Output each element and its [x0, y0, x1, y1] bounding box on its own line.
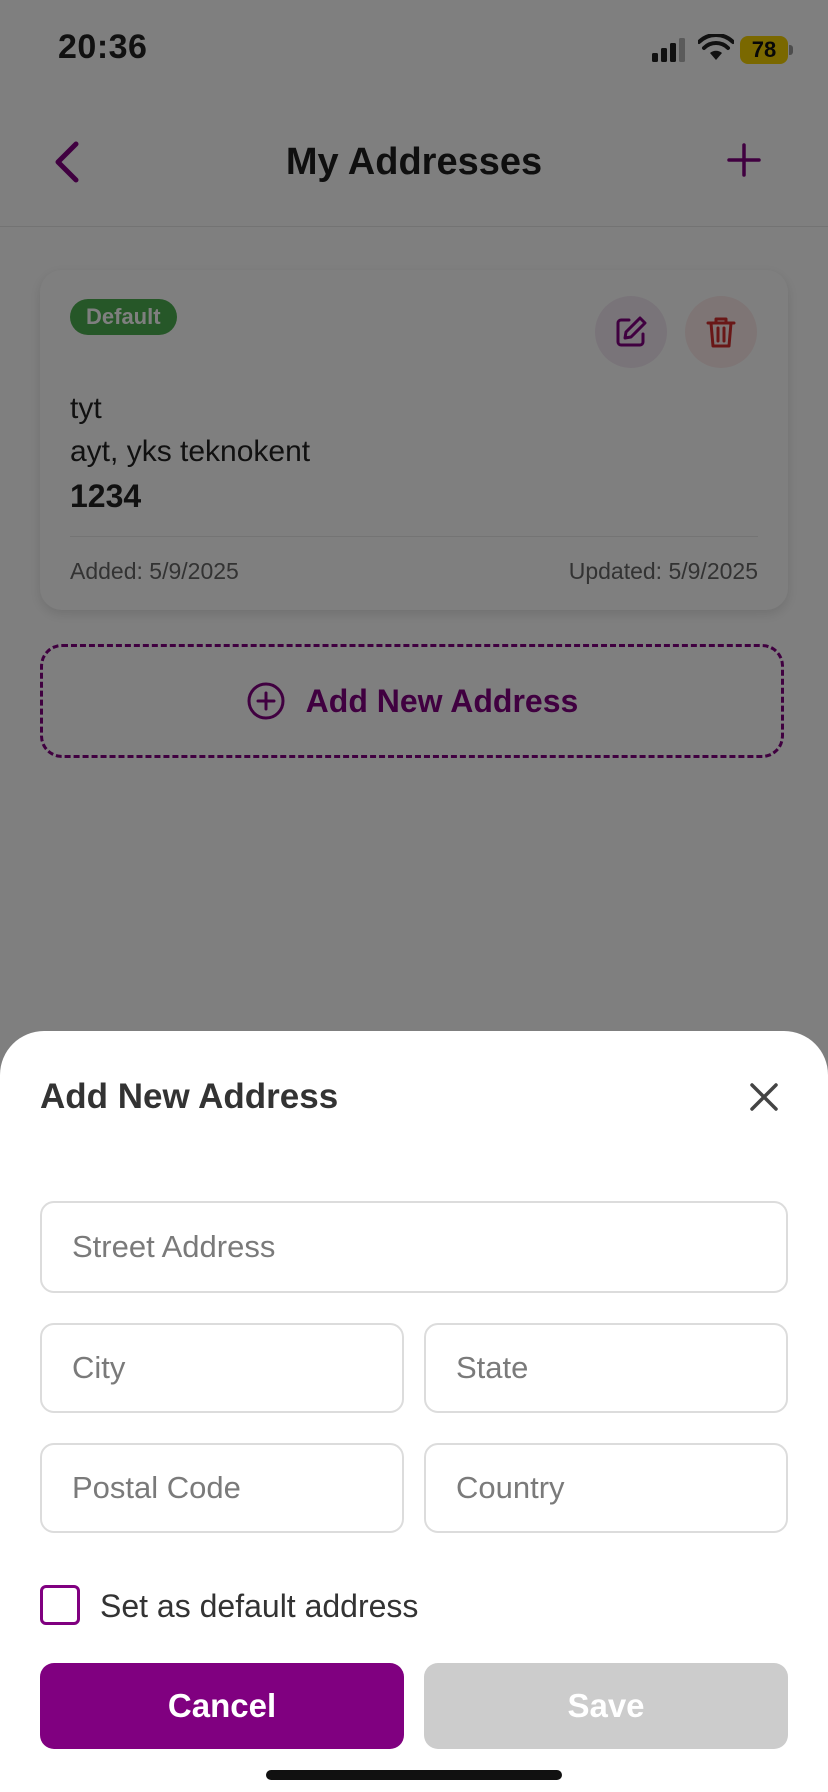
add-address-sheet: Add New Address Set as default address C… [0, 1031, 828, 1792]
street-address-field[interactable] [40, 1201, 788, 1293]
postal-code-input[interactable] [42, 1445, 402, 1531]
default-address-label[interactable]: Set as default address [100, 1587, 418, 1625]
save-button[interactable]: Save [424, 1663, 788, 1749]
city-input[interactable] [42, 1325, 402, 1411]
postal-code-field[interactable] [40, 1443, 404, 1533]
home-indicator [266, 1770, 562, 1780]
cancel-button[interactable]: Cancel [40, 1663, 404, 1749]
street-address-input[interactable] [42, 1203, 786, 1291]
close-icon[interactable] [748, 1081, 780, 1113]
default-address-checkbox[interactable] [40, 1585, 80, 1625]
state-input[interactable] [426, 1325, 786, 1411]
sheet-title: Add New Address [40, 1077, 339, 1116]
state-field[interactable] [424, 1323, 788, 1413]
city-field[interactable] [40, 1323, 404, 1413]
country-input[interactable] [426, 1445, 786, 1531]
country-field[interactable] [424, 1443, 788, 1533]
